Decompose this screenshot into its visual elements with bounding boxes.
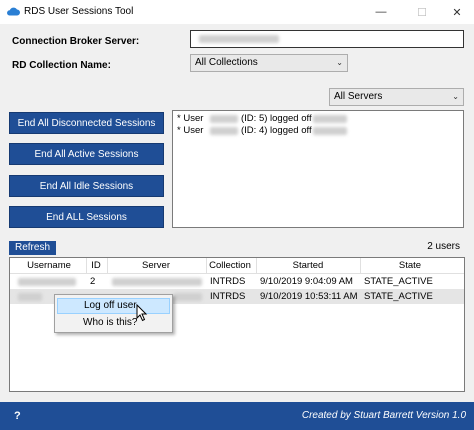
- end-disconnected-sessions-button[interactable]: End All Disconnected Sessions: [9, 112, 164, 134]
- end-all-sessions-button[interactable]: End ALL Sessions: [9, 206, 164, 228]
- who-is-this-menu-item[interactable]: Who is this?: [57, 315, 170, 331]
- cell-started: 9/10/2019 9:04:09 AM: [260, 276, 353, 287]
- context-menu: Log off user Who is this?: [54, 294, 173, 333]
- table-header: Username ID Server Collection Started St…: [10, 258, 464, 274]
- cell-started: 9/10/2019 10:53:11 AM: [260, 291, 358, 302]
- column-header-server[interactable]: Server: [107, 260, 205, 271]
- log-line: * User (ID: 5) logged off: [177, 113, 459, 125]
- redacted-text: [313, 115, 347, 123]
- chevron-down-icon: ⌄: [336, 58, 343, 67]
- pointer-cursor-icon: [136, 304, 148, 322]
- credits-text: Created by Stuart Barrett Version 1.0: [301, 410, 466, 421]
- redacted-text: [199, 35, 279, 43]
- cell-collection: INTRDS: [210, 276, 246, 287]
- broker-server-input[interactable]: [190, 30, 464, 48]
- cell-id: 2: [90, 276, 96, 287]
- redacted-text: [313, 127, 347, 135]
- collection-select-value: All Collections: [195, 57, 258, 68]
- maximize-button[interactable]: ☐: [406, 2, 438, 22]
- log-off-user-menu-item[interactable]: Log off user: [57, 298, 170, 314]
- cell-state: STATE_ACTIVE: [364, 276, 433, 287]
- refresh-button[interactable]: Refresh: [9, 241, 56, 255]
- column-header-id[interactable]: ID: [86, 260, 106, 271]
- column-header-started[interactable]: Started: [256, 260, 360, 271]
- close-button[interactable]: ✕: [441, 2, 473, 22]
- status-bar: ? Created by Stuart Barrett Version 1.0: [0, 402, 474, 430]
- log-line-prefix: * User: [177, 125, 204, 136]
- log-line: * User (ID: 4) logged off: [177, 125, 459, 137]
- collection-select[interactable]: All Collections ⌄: [190, 54, 348, 72]
- redacted-text: [18, 293, 42, 301]
- log-line-text: (ID: 4) logged off: [241, 125, 312, 136]
- end-active-sessions-button[interactable]: End All Active Sessions: [9, 143, 164, 165]
- table-row[interactable]: 2 INTRDS 9/10/2019 9:04:09 AM STATE_ACTI…: [10, 274, 464, 289]
- column-header-state[interactable]: State: [360, 260, 460, 271]
- cloud-app-icon: [7, 7, 20, 16]
- redacted-text: [112, 278, 202, 286]
- title-bar: RDS User Sessions Tool — ☐ ✕: [0, 0, 474, 24]
- column-header-username[interactable]: Username: [14, 260, 84, 271]
- collection-label: RD Collection Name:: [12, 60, 111, 71]
- redacted-text: [210, 127, 238, 135]
- servers-select[interactable]: All Servers ⌄: [329, 88, 464, 106]
- redacted-text: [18, 278, 76, 286]
- cell-collection: INTRDS: [210, 291, 246, 302]
- column-header-collection[interactable]: Collection: [206, 260, 254, 271]
- end-idle-sessions-button[interactable]: End All Idle Sessions: [9, 175, 164, 197]
- help-button[interactable]: ?: [14, 410, 21, 422]
- user-count: 2 users: [427, 241, 460, 252]
- cell-state: STATE_ACTIVE: [364, 291, 433, 302]
- broker-label: Connection Broker Server:: [12, 36, 140, 47]
- log-line-text: (ID: 5) logged off: [241, 113, 312, 124]
- chevron-down-icon: ⌄: [452, 92, 459, 101]
- redacted-text: [174, 293, 202, 301]
- minimize-button[interactable]: —: [365, 2, 397, 22]
- window-title: RDS User Sessions Tool: [24, 6, 134, 17]
- servers-select-value: All Servers: [334, 91, 383, 102]
- log-output[interactable]: * User (ID: 5) logged off * User (ID: 4)…: [172, 110, 464, 228]
- log-line-prefix: * User: [177, 113, 204, 124]
- redacted-text: [210, 115, 238, 123]
